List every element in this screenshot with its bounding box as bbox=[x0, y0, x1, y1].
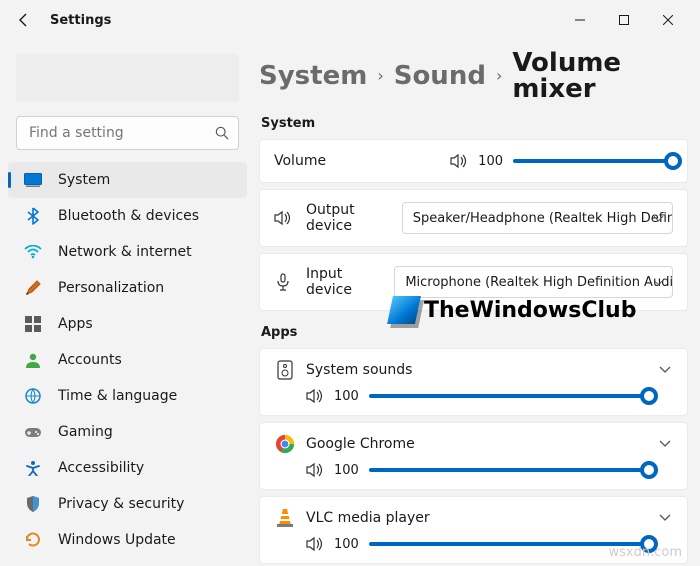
window-title: Settings bbox=[50, 13, 111, 28]
master-volume-card: Volume 100 bbox=[259, 139, 688, 183]
sidebar: System Bluetooth & devices Network & int… bbox=[0, 40, 255, 566]
sidebar-item-personalization[interactable]: Personalization bbox=[8, 270, 247, 306]
sidebar-item-time[interactable]: Time & language bbox=[8, 378, 247, 414]
sidebar-item-apps[interactable]: Apps bbox=[8, 306, 247, 342]
sidebar-item-accessibility[interactable]: Accessibility bbox=[8, 450, 247, 486]
app-volume-slider[interactable] bbox=[369, 387, 649, 405]
sidebar-item-label: Windows Update bbox=[58, 532, 176, 548]
search-icon bbox=[215, 126, 229, 140]
close-button[interactable] bbox=[646, 4, 690, 36]
speaker-icon bbox=[274, 209, 292, 227]
input-device-select[interactable]: Microphone (Realtek High Definition Audi… bbox=[394, 266, 673, 298]
bluetooth-icon bbox=[24, 207, 42, 225]
shield-icon bbox=[24, 495, 42, 513]
input-device-label: Input device bbox=[306, 266, 380, 298]
app-volume-system-sounds[interactable]: System sounds 100 bbox=[259, 348, 688, 416]
app-name: Google Chrome bbox=[306, 436, 415, 452]
sidebar-item-network[interactable]: Network & internet bbox=[8, 234, 247, 270]
title-bar: Settings bbox=[0, 0, 700, 40]
sidebar-item-accounts[interactable]: Accounts bbox=[8, 342, 247, 378]
speaker-icon[interactable] bbox=[306, 461, 324, 479]
sidebar-item-label: Bluetooth & devices bbox=[58, 208, 199, 224]
sidebar-item-system[interactable]: System bbox=[8, 162, 247, 198]
profile-placeholder bbox=[16, 54, 239, 102]
speaker-icon[interactable] bbox=[450, 152, 468, 170]
source-watermark: wsxdn.com bbox=[609, 545, 683, 560]
sidebar-item-label: Personalization bbox=[58, 280, 164, 296]
maximize-button[interactable] bbox=[602, 4, 646, 36]
gaming-icon bbox=[24, 423, 42, 441]
main-content: System › Sound › Volume mixer System Vol… bbox=[255, 40, 700, 566]
minimize-button[interactable] bbox=[558, 4, 602, 36]
app-name: VLC media player bbox=[306, 510, 430, 526]
vlc-icon bbox=[274, 507, 296, 529]
sidebar-item-label: Privacy & security bbox=[58, 496, 184, 512]
brush-icon bbox=[24, 279, 42, 297]
section-apps-label: Apps bbox=[261, 325, 688, 340]
output-device-card: Output device Speaker/Headphone (Realtek… bbox=[259, 189, 688, 247]
sidebar-item-privacy[interactable]: Privacy & security bbox=[8, 486, 247, 522]
breadcrumb-sound[interactable]: Sound bbox=[394, 63, 486, 89]
page-title: Volume mixer bbox=[512, 50, 688, 102]
sidebar-item-label: System bbox=[58, 172, 110, 188]
app-volume-slider[interactable] bbox=[369, 461, 649, 479]
chevron-right-icon: › bbox=[377, 68, 383, 84]
sidebar-item-bluetooth[interactable]: Bluetooth & devices bbox=[8, 198, 247, 234]
volume-slider[interactable] bbox=[513, 152, 673, 170]
wifi-icon bbox=[24, 243, 42, 261]
volume-value: 100 bbox=[478, 154, 503, 169]
system-icon bbox=[24, 171, 42, 189]
system-sounds-icon bbox=[274, 359, 296, 381]
apps-icon bbox=[24, 315, 42, 333]
breadcrumb: System › Sound › Volume mixer bbox=[259, 50, 688, 102]
app-volume-value: 100 bbox=[334, 537, 359, 552]
globe-icon bbox=[24, 387, 42, 405]
speaker-icon[interactable] bbox=[306, 387, 324, 405]
app-volume-slider[interactable] bbox=[369, 535, 649, 553]
update-icon bbox=[24, 531, 42, 549]
sidebar-item-label: Apps bbox=[58, 316, 93, 332]
app-volume-value: 100 bbox=[334, 463, 359, 478]
microphone-icon bbox=[274, 273, 292, 291]
app-volume-chrome[interactable]: Google Chrome 100 bbox=[259, 422, 688, 490]
sidebar-item-label: Gaming bbox=[58, 424, 113, 440]
accessibility-icon bbox=[24, 459, 42, 477]
back-button[interactable] bbox=[10, 6, 38, 34]
nav-list: System Bluetooth & devices Network & int… bbox=[0, 162, 255, 558]
chrome-icon bbox=[274, 433, 296, 455]
chevron-down-icon[interactable] bbox=[657, 510, 673, 526]
sidebar-item-label: Network & internet bbox=[58, 244, 192, 260]
chevron-down-icon[interactable] bbox=[657, 436, 673, 452]
chevron-right-icon: › bbox=[496, 68, 502, 84]
sidebar-item-label: Time & language bbox=[58, 388, 177, 404]
input-device-card: Input device Microphone (Realtek High De… bbox=[259, 253, 688, 311]
speaker-icon[interactable] bbox=[306, 535, 324, 553]
output-device-label: Output device bbox=[306, 202, 388, 234]
app-volume-value: 100 bbox=[334, 389, 359, 404]
sidebar-item-label: Accessibility bbox=[58, 460, 144, 476]
chevron-down-icon[interactable] bbox=[657, 362, 673, 378]
output-device-select[interactable]: Speaker/Headphone (Realtek High Definiti… bbox=[402, 202, 673, 234]
section-system-label: System bbox=[261, 116, 688, 131]
breadcrumb-system[interactable]: System bbox=[259, 63, 367, 89]
person-icon bbox=[24, 351, 42, 369]
app-name: System sounds bbox=[306, 362, 412, 378]
search-input[interactable] bbox=[16, 116, 239, 150]
sidebar-item-gaming[interactable]: Gaming bbox=[8, 414, 247, 450]
sidebar-item-label: Accounts bbox=[58, 352, 122, 368]
sidebar-item-update[interactable]: Windows Update bbox=[8, 522, 247, 558]
volume-label: Volume bbox=[274, 153, 326, 169]
